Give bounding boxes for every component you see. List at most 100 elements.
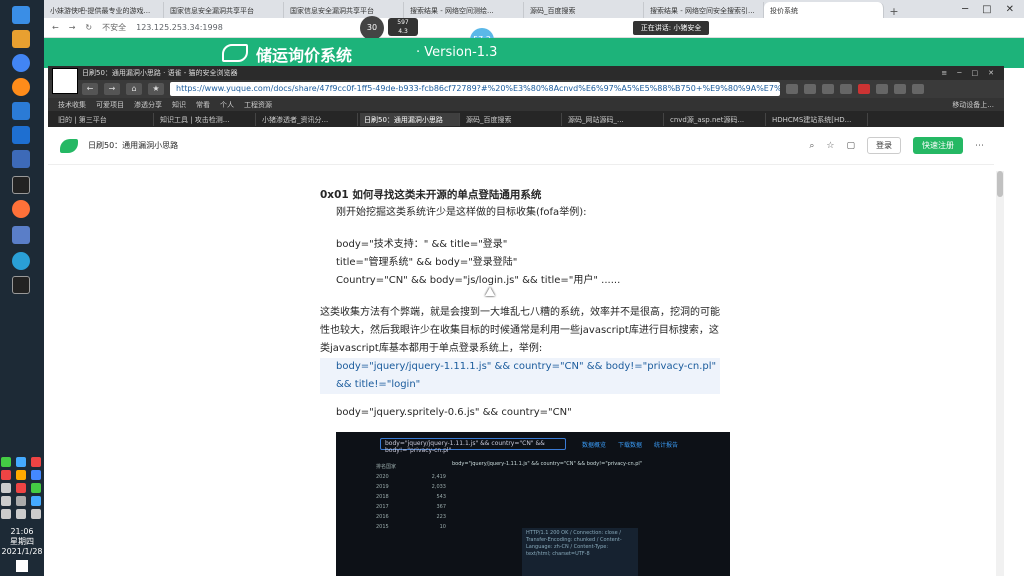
- extension-icon[interactable]: [804, 84, 816, 94]
- clock-date: 2021/1/28: [1, 547, 43, 556]
- bookmark-mobile[interactable]: 移动设备上...: [952, 100, 1004, 110]
- outer-tab[interactable]: 源码_百度搜索: [524, 2, 644, 18]
- bookmark-item[interactable]: 知识: [172, 100, 186, 110]
- search-icon[interactable]: ⌕: [809, 141, 814, 151]
- bookmark-item[interactable]: 渗透分享: [134, 100, 162, 110]
- star-icon[interactable]: ☆: [826, 141, 834, 151]
- year: 2015: [376, 524, 389, 530]
- inner-tab[interactable]: 知识工具 | 攻击检测...: [156, 112, 256, 126]
- screenshot-search: body="jquery/jquery-1.11.1.js" && countr…: [380, 438, 566, 454]
- star-icon[interactable]: ★: [148, 83, 164, 95]
- forward-icon[interactable]: →: [69, 23, 76, 32]
- more-icon[interactable]: ⋯: [975, 141, 984, 151]
- back-icon[interactable]: ←: [52, 23, 59, 32]
- minimize-icon[interactable]: ─: [962, 4, 968, 15]
- page-banner: 储运询价系统 · Version-1.3: [44, 38, 1024, 68]
- extension-icon[interactable]: [858, 84, 870, 94]
- close-icon[interactable]: ✕: [1006, 4, 1014, 15]
- chrome-icon[interactable]: [12, 54, 30, 72]
- banner-title: 储运询价系统: [256, 46, 353, 65]
- outer-tab[interactable]: 国家信息安全漏洞共享平台: [284, 2, 404, 18]
- outer-tab[interactable]: 搜索结果 - 网络空间安全搜索引...: [644, 2, 764, 18]
- query-line: body="技术支持：" && title="登录": [336, 239, 508, 250]
- count: 543: [436, 494, 446, 500]
- terminal-icon[interactable]: [12, 276, 30, 294]
- extension-icon[interactable]: [840, 84, 852, 94]
- yuque-logo-icon[interactable]: [60, 138, 78, 153]
- outer-url[interactable]: 123.125.253.34:1998: [136, 23, 223, 32]
- net-down: 4.3: [398, 28, 408, 35]
- extension-icon[interactable]: [822, 84, 834, 94]
- avatar: [52, 68, 78, 94]
- cpu-badge: 30: [360, 16, 384, 40]
- windows-taskbar: 21:06 星期四 2021/1/28: [0, 0, 44, 576]
- folder-icon[interactable]: [12, 30, 30, 48]
- inner-tab[interactable]: HDHCMS建站系统[HD...: [768, 112, 868, 126]
- extension-icon[interactable]: [894, 84, 906, 94]
- year: 2016: [376, 514, 389, 520]
- bookmark-bar: 技术收集 可爱项目 渗透分享 知识 常看 个人 工程资源 移动设备上...: [48, 98, 1004, 111]
- app-icon[interactable]: [12, 226, 30, 244]
- count: 223: [436, 514, 446, 520]
- bookmark-icon[interactable]: ▢: [846, 141, 855, 151]
- outer-tab-active[interactable]: 投价系统: [764, 2, 884, 18]
- screenshot-results: body="jquery/jquery-1.11.1.js" && countr…: [452, 461, 643, 467]
- outer-tab[interactable]: 国家信息安全漏洞共享平台: [164, 2, 284, 18]
- inner-url[interactable]: https://www.yuque.com/docs/share/47f9cc0…: [170, 82, 780, 96]
- app-icon[interactable]: [12, 126, 30, 144]
- banner-version: · Version-1.3: [416, 45, 498, 60]
- intro-paragraph: 刚开始挖掘这类系统许少是这样做的目标收集(fofa举例):: [336, 207, 587, 218]
- bookmark-item[interactable]: 个人: [220, 100, 234, 110]
- bookmark-item[interactable]: 工程资源: [244, 100, 272, 110]
- count: 10: [439, 524, 446, 530]
- inner-browser-window: 日刷50：通用漏洞小思路 · 语雀 - 猫的安全浏览器 ≡ ─ □ ✕ ← → …: [48, 66, 1004, 576]
- screenshot-panel: HTTP/1.1 200 OK / Connection: close / Tr…: [522, 528, 638, 576]
- year: 2018: [376, 494, 389, 500]
- outer-tab[interactable]: 搜索结果 - 网络空间测绘...: [404, 2, 524, 18]
- inner-tab-active[interactable]: 日刷50：通用漏洞小思路: [360, 112, 460, 126]
- app-icon[interactable]: [12, 102, 30, 120]
- inner-tab[interactable]: 小猪渗透者_资讯分...: [258, 112, 358, 126]
- app-icon[interactable]: [12, 252, 30, 270]
- login-button[interactable]: 登录: [867, 137, 901, 154]
- bookmark-item[interactable]: 常看: [196, 100, 210, 110]
- reload-icon[interactable]: ↻: [85, 23, 92, 32]
- inner-tab[interactable]: cnvd源_asp.net源码...: [666, 112, 766, 126]
- notification-icon[interactable]: [16, 560, 28, 572]
- mouse-cursor: [485, 287, 495, 296]
- bookmark-item[interactable]: 技术收集: [58, 100, 86, 110]
- extension-icon[interactable]: [912, 84, 924, 94]
- register-button[interactable]: 快速注册: [913, 137, 963, 154]
- page-scrollbar[interactable]: [996, 171, 1004, 576]
- maximize-icon[interactable]: □: [982, 4, 991, 15]
- count: 2,033: [431, 484, 446, 490]
- section-heading: 0x01 如何寻找这类未开源的单点登陆通用系统: [320, 189, 542, 201]
- forward-icon[interactable]: →: [104, 83, 120, 95]
- terminal-icon[interactable]: [12, 176, 30, 194]
- browser-icon[interactable]: [12, 78, 30, 96]
- screenshot-nav-item: 数据概览: [582, 442, 607, 449]
- new-tab-icon[interactable]: +: [884, 5, 904, 18]
- clock-time[interactable]: 21:06: [0, 527, 44, 536]
- back-icon[interactable]: ←: [82, 83, 98, 95]
- count: 367: [436, 504, 446, 510]
- maximize-icon[interactable]: □: [972, 69, 979, 77]
- count: 2,419: [431, 474, 446, 480]
- outer-tab-strip: 小妹游侠吧-提供最专业的游戏... 国家信息安全漏洞共享平台 国家信息安全漏洞共…: [44, 0, 1024, 18]
- inner-tab[interactable]: 源码_百度搜索: [462, 112, 562, 126]
- outer-tab[interactable]: 小妹游侠吧-提供最专业的游戏...: [44, 2, 164, 18]
- bookmark-item[interactable]: 可爱项目: [96, 100, 124, 110]
- year: 2020: [376, 474, 389, 480]
- minimize-icon[interactable]: ─: [957, 69, 961, 77]
- close-icon[interactable]: ✕: [988, 69, 994, 77]
- extension-icon[interactable]: [786, 84, 798, 94]
- inner-tab[interactable]: 源码_网站源码_...: [564, 112, 664, 126]
- home-icon[interactable]: ⌂: [126, 83, 142, 95]
- app-icon[interactable]: [12, 150, 30, 168]
- start-icon[interactable]: [12, 6, 30, 24]
- menu-icon[interactable]: ≡: [941, 69, 947, 77]
- firefox-icon[interactable]: [12, 200, 30, 218]
- extension-icon[interactable]: [876, 84, 888, 94]
- inner-tab[interactable]: 旧的 | 第三平台: [54, 112, 154, 126]
- scrollbar-thumb[interactable]: [997, 171, 1003, 197]
